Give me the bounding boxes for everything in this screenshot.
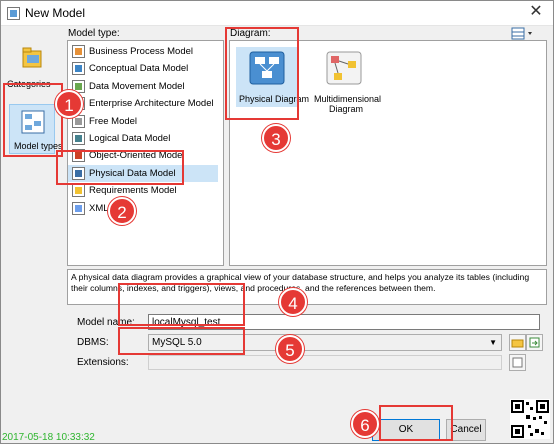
folder-icon	[22, 47, 42, 68]
close-icon[interactable]: ✕	[527, 3, 545, 21]
extensions-browse-icon[interactable]	[509, 354, 526, 371]
view-options-icon[interactable]	[511, 27, 537, 41]
model-type-label: Conceptual Data Model	[89, 63, 189, 75]
window-title: New Model	[25, 6, 86, 20]
annotation-box-model-name	[118, 283, 245, 326]
model-type-item[interactable]: Logical Data Model	[68, 130, 218, 147]
diagram-item-multidimensional[interactable]: Multidimensional Diagram	[310, 47, 382, 117]
annotation-box-physical-diagram	[225, 27, 299, 120]
annotation-badge-5: 5	[276, 335, 304, 363]
title-bar: New Model ✕	[1, 1, 553, 26]
model-type-item[interactable]: Enterprise Architecture Model	[68, 95, 218, 112]
model-type-label: Data Movement Model	[89, 80, 185, 92]
app-icon	[7, 7, 20, 20]
model-type-item[interactable]: Free Model	[68, 113, 218, 130]
multidimensional-diagram-label-1: Multidimensional	[314, 94, 382, 104]
annotation-box-model-types	[3, 83, 63, 157]
annotation-badge-2: 2	[108, 197, 136, 225]
multidimensional-diagram-icon	[326, 51, 362, 85]
extensions-input[interactable]	[148, 355, 502, 370]
annotation-box-dbms	[118, 327, 245, 355]
extensions-label: Extensions:	[77, 357, 129, 368]
conceptual-data-icon	[72, 62, 85, 76]
model-type-header: Model type:	[68, 28, 120, 39]
annotation-box-ok	[379, 405, 453, 441]
model-type-label: Free Model	[89, 115, 138, 127]
annotation-badge-3: 3	[262, 124, 290, 152]
timestamp-overlay: 2017-05-18 10:33:32	[2, 432, 95, 443]
xml-model-icon	[72, 201, 85, 215]
chevron-down-icon: ▼	[489, 338, 497, 347]
dbms-label: DBMS:	[77, 337, 109, 348]
business-process-icon	[72, 45, 85, 58]
model-type-item[interactable]: XML M	[68, 200, 218, 217]
annotation-badge-4: 4	[279, 288, 307, 316]
model-type-item[interactable]: Data Movement Model	[68, 78, 218, 95]
model-type-label: Requirements Model	[89, 185, 177, 197]
annotation-badge-1: 1	[55, 90, 83, 118]
logical-data-icon	[72, 132, 85, 145]
qr-code-icon	[510, 399, 550, 439]
model-type-item[interactable]: Business Process Model	[68, 43, 218, 60]
annotation-box-physical-data-model	[56, 150, 184, 185]
multidimensional-diagram-label-2: Diagram	[329, 104, 364, 114]
model-type-label: Enterprise Architecture Model	[89, 98, 214, 110]
annotation-badge-6: 6	[351, 410, 379, 438]
model-type-label: Business Process Model	[89, 46, 194, 57]
embed-icon[interactable]	[526, 334, 543, 351]
model-type-item[interactable]: Conceptual Data Model	[68, 60, 218, 77]
open-folder-icon[interactable]	[509, 334, 526, 351]
model-type-label: Logical Data Model	[89, 133, 171, 144]
requirements-icon	[72, 184, 85, 198]
